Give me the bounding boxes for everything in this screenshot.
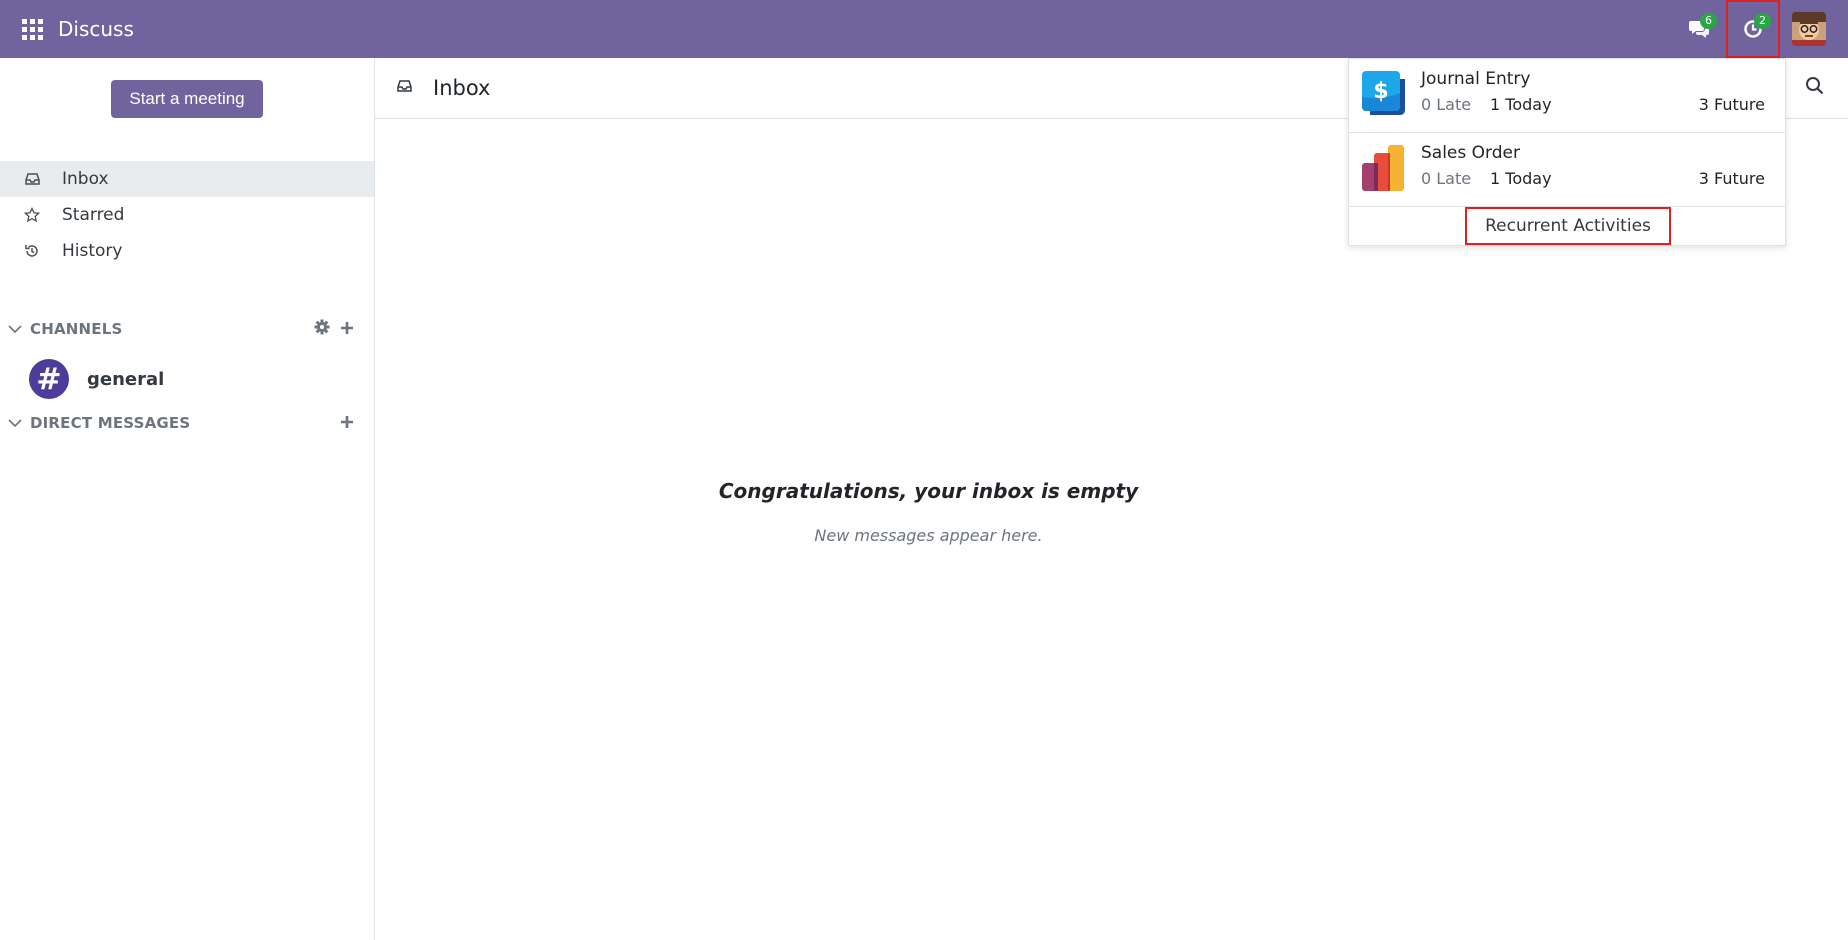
activity-menu-button[interactable]: 2 bbox=[1726, 0, 1780, 58]
inbox-icon bbox=[0, 173, 62, 185]
activity-model-name: Sales Order bbox=[1421, 143, 1520, 163]
user-avatar[interactable] bbox=[1792, 12, 1826, 46]
star-icon bbox=[0, 207, 62, 223]
future-count[interactable]: 3 Future bbox=[1699, 95, 1765, 114]
channel-settings-icon[interactable] bbox=[314, 319, 330, 340]
apps-grid-icon bbox=[21, 18, 43, 40]
apps-menu-button[interactable] bbox=[0, 0, 64, 58]
svg-text:$: $ bbox=[1373, 79, 1388, 104]
late-count[interactable]: 0 Late bbox=[1421, 95, 1471, 114]
search-icon[interactable] bbox=[1805, 76, 1824, 99]
messaging-menu-button[interactable]: 6 bbox=[1672, 0, 1726, 58]
activity-dropdown: $ Journal Entry 0 Late 1 Today 3 Future … bbox=[1348, 58, 1786, 246]
inbox-icon bbox=[397, 80, 427, 96]
future-count[interactable]: 3 Future bbox=[1699, 169, 1765, 188]
chevron-down-icon bbox=[0, 324, 30, 334]
empty-inbox-title: Congratulations, your inbox is empty bbox=[718, 479, 1139, 503]
direct-messages-header: DIRECT MESSAGES bbox=[30, 414, 191, 432]
chevron-down-icon bbox=[0, 418, 30, 428]
channel-item-general[interactable]: # general bbox=[0, 356, 374, 402]
activity-model-name: Journal Entry bbox=[1421, 69, 1531, 89]
sidebar-item-history[interactable]: History bbox=[0, 233, 374, 269]
top-navbar: Discuss 6 2 bbox=[0, 0, 1848, 58]
page-title: Inbox bbox=[433, 76, 491, 100]
late-count[interactable]: 0 Late bbox=[1421, 169, 1471, 188]
empty-inbox-subtitle: New messages appear here. bbox=[814, 526, 1043, 545]
channel-name: general bbox=[87, 368, 165, 390]
start-meeting-button[interactable]: Start a meeting bbox=[111, 80, 263, 118]
channels-header: CHANNELS bbox=[30, 320, 123, 338]
channel-avatar: # bbox=[29, 359, 69, 399]
chat-badge: 6 bbox=[1700, 13, 1717, 29]
add-channel-icon[interactable] bbox=[340, 319, 354, 340]
history-icon bbox=[0, 243, 62, 259]
sidebar-item-label: Inbox bbox=[62, 169, 109, 189]
today-count[interactable]: 1 Today bbox=[1490, 95, 1552, 114]
sidebar-item-label: History bbox=[62, 241, 123, 261]
activity-badge: 2 bbox=[1754, 13, 1771, 29]
sidebar-item-label: Starred bbox=[62, 205, 125, 225]
sidebar-item-inbox[interactable]: Inbox bbox=[0, 161, 374, 197]
direct-messages-category[interactable]: DIRECT MESSAGES bbox=[0, 408, 374, 438]
sidebar-item-starred[interactable]: Starred bbox=[0, 197, 374, 233]
activity-group-sales-order[interactable]: Sales Order 0 Late 1 Today 3 Future bbox=[1349, 133, 1785, 207]
today-count[interactable]: 1 Today bbox=[1490, 169, 1552, 188]
sales-icon bbox=[1362, 145, 1404, 191]
channels-category[interactable]: CHANNELS bbox=[0, 314, 374, 344]
activity-group-journal-entry[interactable]: $ Journal Entry 0 Late 1 Today 3 Future bbox=[1349, 59, 1785, 133]
accounting-icon: $ bbox=[1362, 71, 1405, 115]
add-direct-message-icon[interactable] bbox=[340, 413, 354, 434]
app-title[interactable]: Discuss bbox=[58, 17, 134, 41]
recurrent-activities-button[interactable]: Recurrent Activities bbox=[1465, 207, 1671, 245]
